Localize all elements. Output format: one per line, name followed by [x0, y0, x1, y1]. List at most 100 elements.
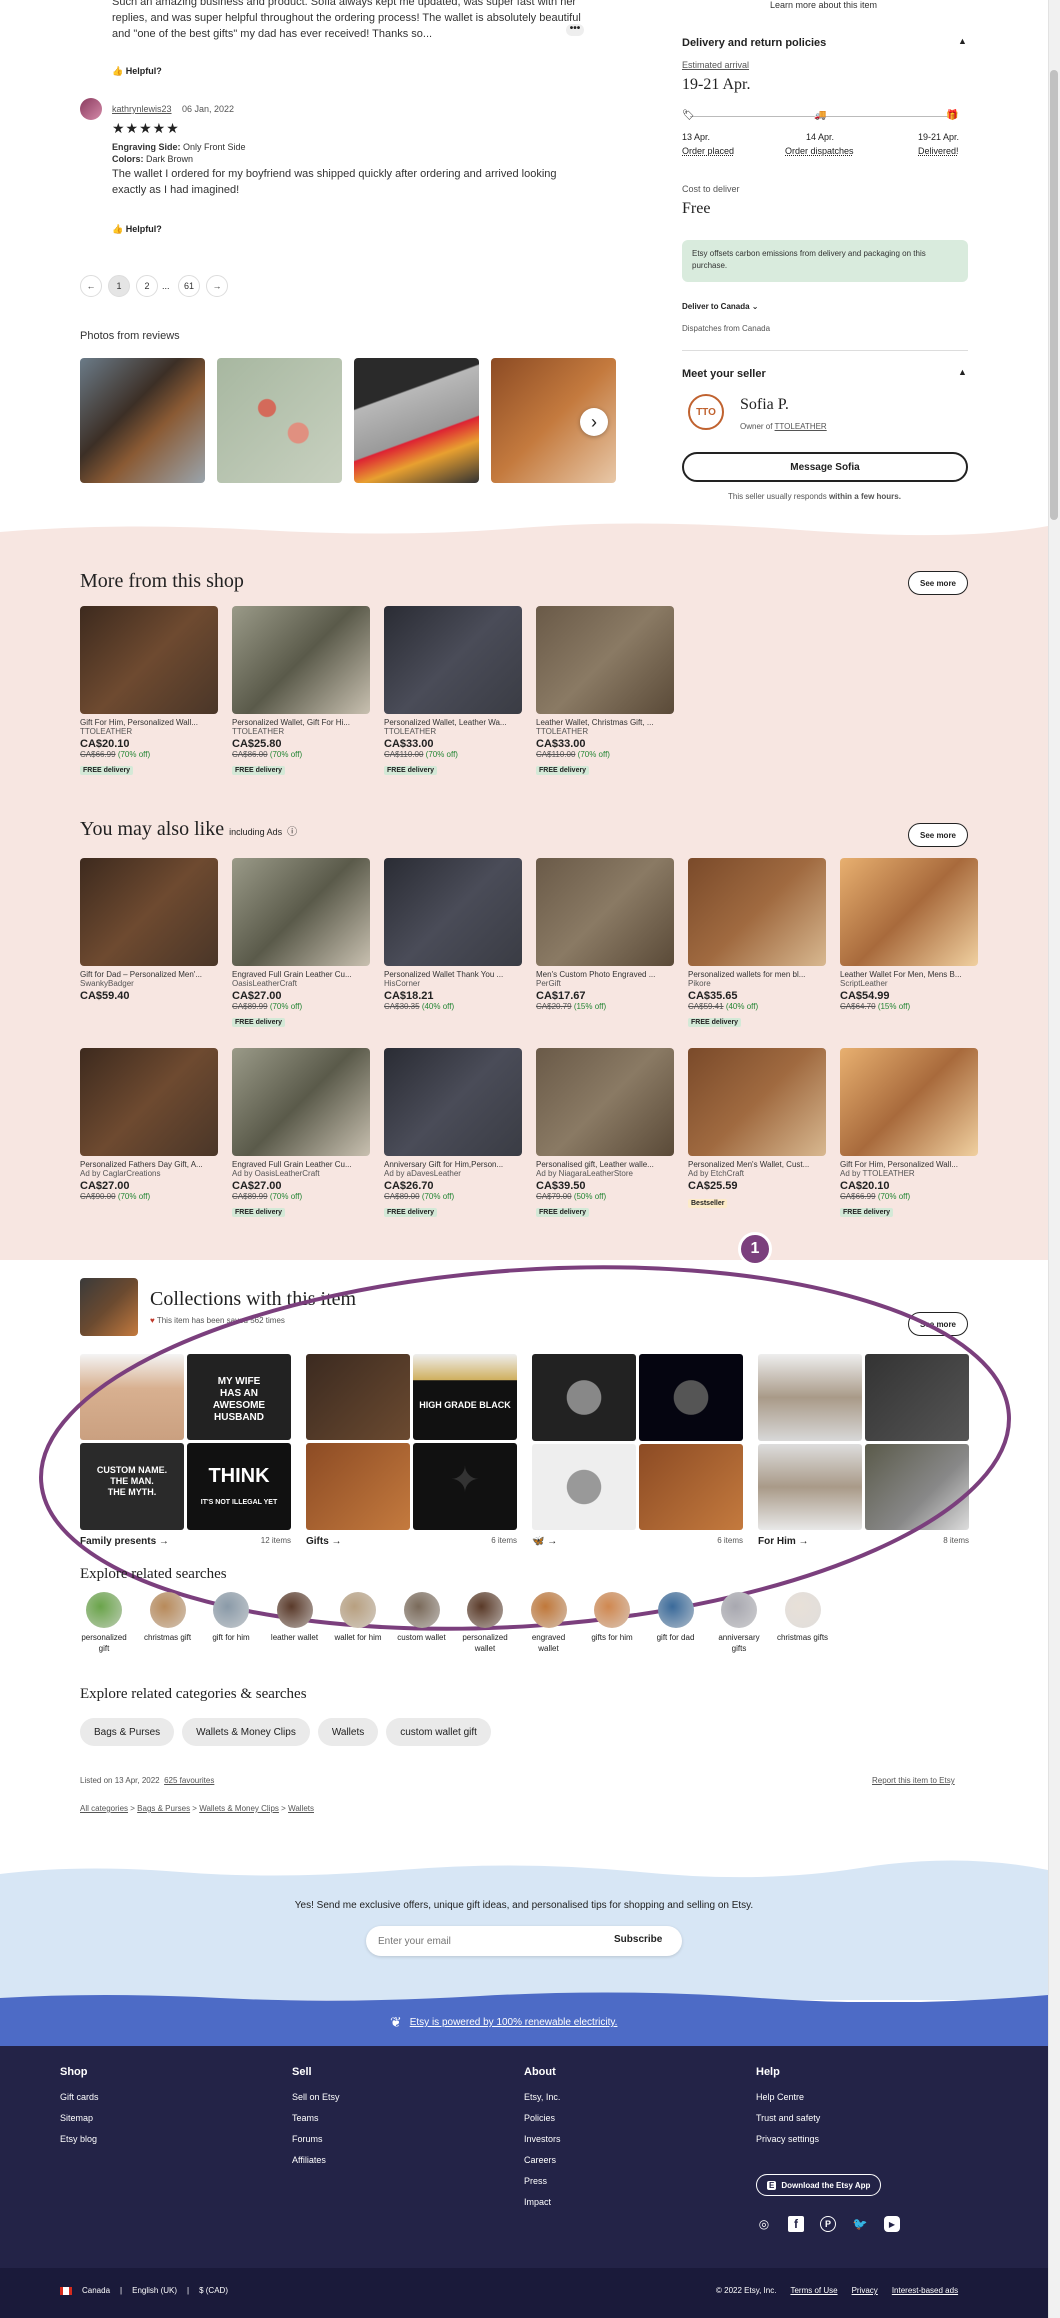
terms-link[interactable]: Terms of Use [790, 2286, 837, 2295]
related-search-item[interactable]: christmas gift [142, 1592, 194, 1643]
renewable-link[interactable]: ❦ Etsy is powered by 100% renewable elect… [390, 2014, 617, 2031]
product-image[interactable] [536, 1048, 674, 1156]
related-search-item[interactable]: leather wallet [269, 1592, 321, 1643]
product-image[interactable] [384, 1048, 522, 1156]
product-image[interactable] [384, 858, 522, 966]
also-like-card[interactable]: Men's Custom Photo Engraved ... PerGift CA… [536, 858, 674, 1011]
footer-link[interactable]: Teams [292, 2113, 340, 2123]
page-1-button[interactable]: 1 [108, 275, 130, 297]
footer-link[interactable]: Affiliates [292, 2155, 340, 2165]
also-like-card[interactable]: Engraved Full Grain Leather Cu... OasisLe… [232, 858, 370, 1029]
photos-next-button[interactable]: › [580, 408, 608, 436]
category-pill[interactable]: Wallets & Money Clips [182, 1718, 310, 1746]
crumb[interactable]: Bags & Purses [137, 1804, 190, 1813]
related-search-item[interactable]: anniversary gifts [713, 1592, 765, 1654]
also-like-card[interactable]: Engraved Full Grain Leather Cu... Ad by O… [232, 1048, 370, 1219]
also-like-card[interactable]: Personalized wallets for men bl... Pikore… [688, 858, 826, 1029]
step-label-3[interactable]: Delivered! [918, 146, 959, 156]
footer-link[interactable]: Careers [524, 2155, 561, 2165]
crumb[interactable]: Wallets [288, 1804, 314, 1813]
also-like-see-more[interactable]: See more [908, 823, 968, 847]
page-next-button[interactable]: → [206, 275, 228, 297]
download-app-button[interactable]: E Download the Etsy App [756, 2174, 882, 2196]
product-image[interactable] [232, 1048, 370, 1156]
page-last-button[interactable]: 61 [178, 275, 200, 297]
deliver-to-select[interactable]: Deliver to Canada ⌄ [682, 302, 759, 311]
more-shop-card[interactable]: Personalized Wallet, Leather Wa... TTOLEA… [384, 606, 522, 777]
product-image[interactable] [688, 1048, 826, 1156]
footer-link[interactable]: Privacy settings [756, 2134, 820, 2144]
product-image[interactable] [80, 858, 218, 966]
twitter-icon[interactable]: 🐦 [852, 2216, 868, 2232]
delivery-title[interactable]: Delivery and return policies [682, 37, 826, 49]
scrollbar-thumb[interactable] [1050, 70, 1058, 520]
avatar[interactable] [80, 98, 102, 120]
also-like-card[interactable]: Personalized Wallet Thank You ... HisCorn… [384, 858, 522, 1011]
ads-link[interactable]: Interest-based ads [892, 2286, 958, 2295]
related-search-item[interactable]: christmas gifts [777, 1592, 829, 1643]
also-like-card[interactable]: Gift For Him, Personalized Wall... Ad by … [840, 1048, 978, 1219]
footer-link[interactable]: Trust and safety [756, 2113, 820, 2123]
crumb[interactable]: Wallets & Money Clips [199, 1804, 279, 1813]
facebook-icon[interactable]: f [788, 2216, 804, 2232]
product-image[interactable] [688, 858, 826, 966]
locale-settings[interactable]: Canada | English (UK) | $ (CAD) [60, 2286, 228, 2295]
footer-link[interactable]: Investors [524, 2134, 561, 2144]
more-icon[interactable]: ••• [566, 24, 584, 36]
product-image[interactable] [384, 606, 522, 714]
privacy-link[interactable]: Privacy [852, 2286, 878, 2295]
also-like-card[interactable]: Anniversary Gift for Him,Person... Ad by … [384, 1048, 522, 1219]
category-pill[interactable]: Wallets [317, 1718, 379, 1746]
footer-link[interactable]: Impact [524, 2197, 561, 2207]
footer-link[interactable]: Etsy, Inc. [524, 2092, 561, 2102]
product-image[interactable] [536, 606, 674, 714]
email-input[interactable] [378, 1932, 598, 1950]
footer-link[interactable]: Sitemap [60, 2113, 99, 2123]
footer-link[interactable]: Forums [292, 2134, 340, 2144]
more-shop-card[interactable]: Personalized Wallet, Gift For Hi... TTOLE… [232, 606, 370, 777]
related-search-item[interactable]: gift for dad [650, 1592, 702, 1643]
footer-link[interactable]: Etsy blog [60, 2134, 99, 2144]
message-seller-button[interactable]: Message Sofia [682, 452, 968, 482]
review-photo-2[interactable] [217, 358, 342, 483]
product-image[interactable] [840, 858, 978, 966]
shop-link[interactable]: TTOLEATHER [775, 422, 827, 431]
step-label-1[interactable]: Order placed [682, 146, 734, 156]
product-image[interactable] [232, 606, 370, 714]
review-user[interactable]: kathrynlewis23 [112, 104, 172, 114]
footer-link[interactable]: Sell on Etsy [292, 2092, 340, 2102]
category-pill[interactable]: custom wallet gift [386, 1718, 491, 1746]
product-image[interactable] [232, 858, 370, 966]
category-pill[interactable]: Bags & Purses [80, 1718, 175, 1746]
review-photo-1[interactable] [80, 358, 205, 483]
product-image[interactable] [840, 1048, 978, 1156]
footer-link[interactable]: Policies [524, 2113, 561, 2123]
chevron-up-icon[interactable]: ▲ [958, 36, 967, 46]
also-like-card[interactable]: Gift for Dad – Personalized Men'... Swank… [80, 858, 218, 1002]
related-search-item[interactable]: custom wallet [396, 1592, 448, 1643]
more-shop-card[interactable]: Leather Wallet, Christmas Gift, ... TTOLE… [536, 606, 674, 777]
helpful-button[interactable]: 👍 Helpful? [112, 66, 162, 77]
more-shop-see-more[interactable]: See more [908, 571, 968, 595]
pinterest-icon[interactable]: P [820, 2216, 836, 2232]
learn-more-link[interactable]: Learn more about this item [770, 0, 877, 10]
review-photo-3[interactable] [354, 358, 479, 483]
also-like-card[interactable]: Personalized Fathers Day Gift, A... Ad by… [80, 1048, 218, 1201]
product-image[interactable] [80, 1048, 218, 1156]
favourites-link[interactable]: 625 favourites [164, 1776, 214, 1785]
youtube-icon[interactable]: ▶ [884, 2216, 900, 2232]
shop-logo[interactable]: TTO [688, 394, 724, 430]
helpful-button-2[interactable]: 👍 Helpful? [112, 224, 162, 235]
related-search-item[interactable]: wallet for him [332, 1592, 384, 1643]
instagram-icon[interactable]: ◎ [756, 2216, 772, 2232]
page-2-button[interactable]: 2 [136, 275, 158, 297]
related-search-item[interactable]: gift for him [205, 1592, 257, 1643]
subscribe-button[interactable]: Subscribe [614, 1934, 662, 1945]
related-search-item[interactable]: personalized wallet [459, 1592, 511, 1654]
footer-link[interactable]: Help Centre [756, 2092, 820, 2102]
meet-seller-title[interactable]: Meet your seller [682, 368, 766, 380]
footer-link[interactable]: Press [524, 2176, 561, 2186]
related-search-item[interactable]: personalized gift [78, 1592, 130, 1654]
seller-name[interactable]: Sofia P. [740, 396, 789, 414]
also-like-card[interactable]: Personalized Men's Wallet, Cust... Ad by … [688, 1048, 826, 1210]
